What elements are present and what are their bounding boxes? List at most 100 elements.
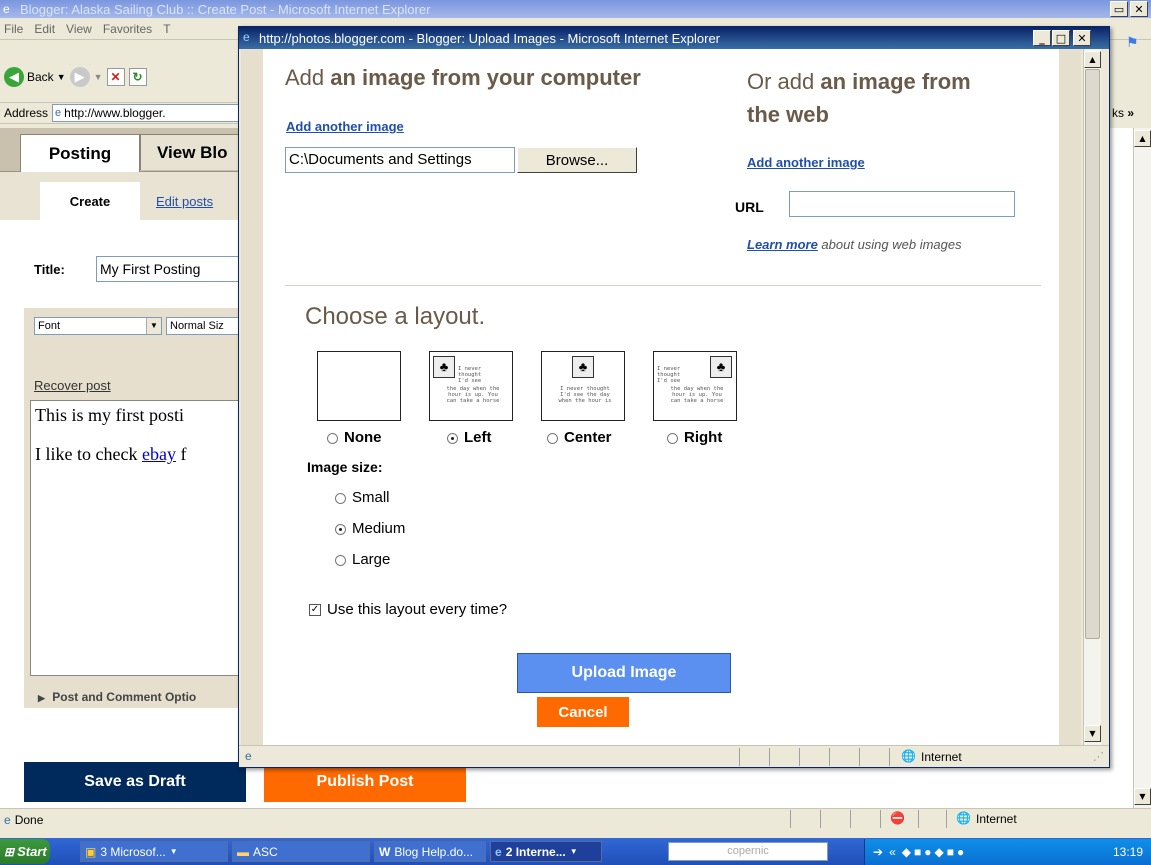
layout-option-none[interactable]: None bbox=[327, 429, 382, 446]
add-another-image-left[interactable]: Add another image bbox=[286, 119, 404, 134]
size-select-value: Normal Siz bbox=[170, 320, 224, 332]
menu-tools[interactable]: T bbox=[163, 22, 170, 36]
browse-label: Browse... bbox=[545, 151, 609, 169]
popup-ie-icon: e bbox=[243, 30, 250, 44]
task-blog-help[interactable]: W Blog Help.do... bbox=[374, 841, 486, 862]
popup-maximize-button[interactable]: □ bbox=[1052, 30, 1070, 46]
task-asc[interactable]: ▬ ASC bbox=[232, 841, 370, 862]
cancel-button[interactable]: Cancel bbox=[537, 697, 629, 727]
scroll-down-arrow-icon[interactable]: ▼ bbox=[1134, 788, 1151, 805]
post-body-editor[interactable]: This is my first posti I like to check e… bbox=[30, 400, 240, 676]
layout-thumb-left[interactable]: ♣ I never thought I'd see the day when the… bbox=[429, 351, 513, 421]
layout-option-left[interactable]: Left bbox=[447, 429, 492, 446]
size-select[interactable]: Normal Siz bbox=[166, 317, 240, 335]
popup-window-controls: _ □ ✕ bbox=[1033, 30, 1091, 46]
browse-button[interactable]: Browse... bbox=[517, 147, 637, 173]
folder-icon: ▬ bbox=[237, 844, 249, 859]
subtab-edit-posts-label: Edit posts bbox=[156, 194, 214, 209]
add-another-image-right[interactable]: Add another image bbox=[747, 155, 865, 170]
ie-task-icon: e bbox=[495, 844, 502, 859]
recover-post-link[interactable]: Recover post bbox=[34, 378, 111, 393]
size-option-medium[interactable]: Medium bbox=[335, 520, 405, 537]
layout-heading: Choose a layout. bbox=[305, 303, 486, 330]
copernic-search[interactable]: copernic bbox=[668, 842, 828, 861]
task-microsoft[interactable]: ▣ 3 Microsof... ▼ bbox=[80, 841, 228, 862]
address-value: http://www.blogger. bbox=[64, 106, 166, 120]
popup-scroll-down-icon[interactable]: ▼ bbox=[1084, 725, 1101, 742]
url-input[interactable] bbox=[789, 191, 1015, 217]
address-label: Address bbox=[4, 106, 49, 120]
layout-thumb-right[interactable]: ♣ I never thought I'd see the day when the… bbox=[653, 351, 737, 421]
start-button[interactable]: ⊞ Start bbox=[0, 839, 50, 864]
parent-title-bar[interactable]: e Blogger: Alaska Sailing Club :: Create… bbox=[0, 0, 1151, 18]
radio-medium[interactable] bbox=[335, 523, 346, 535]
copernic-label: copernic bbox=[727, 845, 769, 857]
popup-scrollbar[interactable]: ▲ ▼ bbox=[1083, 49, 1101, 745]
start-label: Start bbox=[17, 844, 47, 859]
tray-go-icon[interactable]: ➔ bbox=[873, 845, 883, 859]
section-divider bbox=[285, 285, 1041, 286]
tab-posting[interactable]: Posting bbox=[20, 134, 140, 173]
stop-icon[interactable]: ✕ bbox=[106, 68, 125, 86]
task-microsoft-label: 3 Microsof... bbox=[100, 844, 166, 859]
layout-thumb-center[interactable]: ♣ I never thought I'd see the day when the… bbox=[541, 351, 625, 421]
ebay-link[interactable]: ebay bbox=[142, 444, 176, 464]
radio-right[interactable] bbox=[667, 432, 678, 444]
publish-post-button[interactable]: Publish Post bbox=[264, 762, 466, 802]
popup-close-button[interactable]: ✕ bbox=[1073, 30, 1091, 46]
forward-dropdown-icon[interactable]: ▼ bbox=[94, 72, 103, 82]
refresh-icon[interactable]: ↻ bbox=[128, 68, 147, 86]
radio-left[interactable] bbox=[447, 432, 458, 444]
address-input[interactable]: e http://www.blogger. bbox=[52, 104, 240, 122]
back-dropdown-icon: ▼ bbox=[56, 72, 66, 82]
font-select[interactable]: Font ▼ bbox=[34, 317, 162, 335]
add-another-image-left-label: Add another image bbox=[286, 119, 404, 134]
upload-image-label: Upload Image bbox=[571, 664, 677, 681]
menu-view[interactable]: View bbox=[66, 22, 92, 36]
menu-file[interactable]: File bbox=[4, 22, 23, 36]
parent-window-title: Blogger: Alaska Sailing Club :: Create P… bbox=[20, 1, 431, 17]
popup-window-title: http://photos.blogger.com - Blogger: Upl… bbox=[259, 30, 721, 46]
size-option-large[interactable]: Large bbox=[335, 551, 390, 568]
file-path-value: C:\Documents and Settings bbox=[289, 151, 472, 168]
resize-grip-icon[interactable]: ⋰ bbox=[1093, 750, 1104, 763]
blocked-popup-icon: ⛔ bbox=[890, 811, 905, 825]
popup-scroll-up-icon[interactable]: ▲ bbox=[1084, 51, 1101, 68]
tray-expand-icon[interactable]: « bbox=[889, 845, 896, 859]
restore-button[interactable]: ▭ bbox=[1110, 1, 1128, 17]
file-path-input[interactable]: C:\Documents and Settings bbox=[285, 147, 515, 173]
task-internet[interactable]: e 2 Interne... ▼ bbox=[490, 841, 602, 862]
radio-large[interactable] bbox=[335, 554, 346, 566]
popup-title-bar[interactable]: e http://photos.blogger.com - Blogger: U… bbox=[239, 27, 1109, 49]
back-button[interactable]: ◀ Back ▼ bbox=[4, 67, 66, 87]
post-options-toggle[interactable]: ▶ Post and Comment Optio bbox=[38, 690, 196, 704]
layout-thumb-none[interactable] bbox=[317, 351, 401, 421]
close-button[interactable]: ✕ bbox=[1130, 1, 1148, 17]
every-time-checkbox[interactable]: ✓ bbox=[309, 603, 321, 616]
tab-view-blog[interactable]: View Blo bbox=[140, 134, 240, 170]
radio-center[interactable] bbox=[547, 432, 558, 444]
subtab-create[interactable]: Create bbox=[40, 182, 140, 220]
upload-image-button[interactable]: Upload Image bbox=[517, 653, 731, 693]
post-title-input[interactable]: My First Posting bbox=[96, 256, 240, 282]
task-dropdown-icon-2: ▼ bbox=[569, 847, 578, 856]
popup-minimize-button[interactable]: _ bbox=[1033, 30, 1051, 46]
radio-small[interactable] bbox=[335, 492, 346, 504]
parent-scrollbar[interactable]: ▲ ▼ bbox=[1133, 128, 1151, 808]
popup-scroll-thumb[interactable] bbox=[1085, 69, 1100, 639]
popup-zone-label: Internet bbox=[921, 750, 962, 764]
radio-none[interactable] bbox=[327, 432, 338, 444]
links-label[interactable]: ks » bbox=[1112, 106, 1134, 120]
save-draft-button[interactable]: Save as Draft bbox=[24, 762, 246, 802]
every-time-option[interactable]: ✓ Use this layout every time? bbox=[309, 601, 507, 618]
layout-option-right[interactable]: Right bbox=[667, 429, 722, 446]
parent-window-controls: ▭ ✕ bbox=[1110, 1, 1148, 17]
subtab-edit-posts[interactable]: Edit posts bbox=[156, 194, 213, 209]
learn-more-link[interactable]: Learn more bbox=[747, 237, 818, 252]
size-option-small[interactable]: Small bbox=[335, 489, 390, 506]
forward-arrow-icon[interactable]: ▶ bbox=[69, 67, 90, 87]
scroll-up-arrow-icon[interactable]: ▲ bbox=[1134, 130, 1151, 147]
layout-option-center[interactable]: Center bbox=[547, 429, 612, 446]
menu-edit[interactable]: Edit bbox=[34, 22, 55, 36]
menu-favorites[interactable]: Favorites bbox=[103, 22, 152, 36]
